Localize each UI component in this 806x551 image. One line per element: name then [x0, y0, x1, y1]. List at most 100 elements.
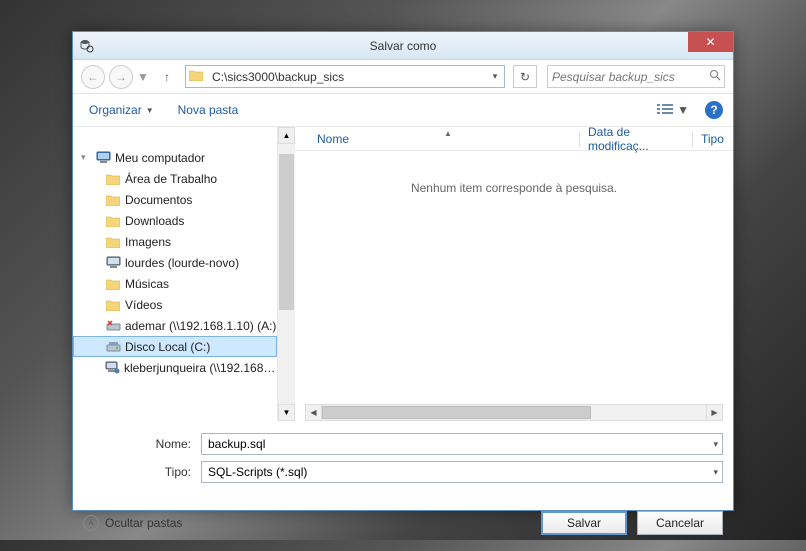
- scroll-up-button[interactable]: ▲: [278, 127, 295, 144]
- filetype-field[interactable]: SQL-Scripts (*.sql) ▾: [201, 461, 723, 483]
- netcomp-icon: [105, 360, 120, 376]
- column-type[interactable]: Tipo: [693, 132, 733, 146]
- titlebar: Salvar como ✕: [73, 32, 733, 60]
- tree-item-label: Disco Local (C:): [125, 340, 210, 354]
- tree-root-computer[interactable]: ▾ Meu computador: [73, 147, 277, 168]
- column-name[interactable]: Nome ▲: [309, 132, 579, 146]
- view-options-button[interactable]: ▼: [653, 101, 693, 120]
- tree-scrollbar[interactable]: ▲ ▼: [278, 127, 295, 421]
- chevron-down-icon: ▼: [146, 106, 154, 115]
- search-icon: [709, 69, 721, 84]
- tree-item-label: ademar (\\192.168.1.10) (A:): [125, 319, 276, 333]
- scroll-track[interactable]: [278, 144, 295, 404]
- address-bar[interactable]: C:\sics3000\backup_sics ▾: [185, 65, 505, 88]
- address-dropdown-button[interactable]: ▾: [486, 71, 504, 82]
- save-as-dialog: Salvar como ✕ ← → ▼ ↑ C:\sics3000\backup…: [72, 31, 734, 511]
- tree-item-label: Área de Trabalho: [125, 172, 217, 186]
- file-list-area: Nome ▲ Data de modificaç... Tipo Nenhum …: [295, 127, 733, 421]
- filename-field[interactable]: ▾: [201, 433, 723, 455]
- address-text: C:\sics3000\backup_sics: [210, 70, 486, 84]
- arrow-right-icon: →: [115, 70, 127, 84]
- toolbar: Organizar ▼ Nova pasta ▼ ?: [73, 94, 733, 127]
- chevron-down-icon[interactable]: ▾: [713, 467, 718, 478]
- scroll-track[interactable]: [322, 404, 706, 421]
- scroll-down-button[interactable]: ▼: [278, 404, 295, 421]
- sort-asc-icon: ▲: [444, 129, 452, 138]
- new-folder-label: Nova pasta: [178, 103, 239, 117]
- search-input[interactable]: [552, 70, 709, 84]
- close-button[interactable]: ✕: [688, 32, 733, 52]
- expand-icon[interactable]: ▾: [81, 152, 91, 163]
- hide-folders-button[interactable]: ˄ Ocultar pastas: [83, 515, 182, 531]
- column-name-label: Nome: [317, 132, 349, 146]
- navigation-bar: ← → ▼ ↑ C:\sics3000\backup_sics ▾ ↻: [73, 60, 733, 94]
- folder-icon: [105, 213, 121, 229]
- forward-button[interactable]: →: [109, 65, 133, 89]
- empty-list-message: Nenhum item corresponde à pesquisa.: [295, 151, 733, 195]
- chevron-down-icon: ▼: [677, 103, 689, 117]
- column-modified-label: Data de modificaç...: [588, 125, 684, 153]
- up-button[interactable]: ↑: [157, 67, 177, 87]
- cancel-button[interactable]: Cancelar: [637, 511, 723, 535]
- tree-item[interactable]: ademar (\\192.168.1.10) (A:): [73, 315, 277, 336]
- tree-item[interactable]: Vídeos: [73, 294, 277, 315]
- folder-tree[interactable]: ▾ Meu computador Área de Trabalho Documen…: [73, 127, 278, 421]
- help-icon: ?: [710, 103, 717, 117]
- tree-item-label: Imagens: [125, 235, 171, 249]
- tree-item[interactable]: Músicas: [73, 273, 277, 294]
- filename-input[interactable]: [208, 437, 716, 451]
- folder-icon: [105, 171, 121, 187]
- column-headers: Nome ▲ Data de modificaç... Tipo: [295, 127, 733, 151]
- back-button[interactable]: ←: [81, 65, 105, 89]
- tree-item[interactable]: Documentos: [73, 189, 277, 210]
- folder-icon: [105, 297, 121, 313]
- chevron-up-icon: ˄: [83, 515, 99, 531]
- tree-item-label: Vídeos: [125, 298, 162, 312]
- column-type-label: Tipo: [701, 132, 724, 146]
- list-h-scrollbar[interactable]: ◀ ▶: [305, 404, 723, 421]
- tree-item[interactable]: kleberjunqueira (\\192.168.1...: [73, 357, 277, 378]
- filetype-row: Tipo: SQL-Scripts (*.sql) ▾: [83, 461, 723, 483]
- tree-item[interactable]: Downloads: [73, 210, 277, 231]
- help-button[interactable]: ?: [705, 101, 723, 119]
- refresh-button[interactable]: ↻: [513, 65, 537, 88]
- hide-folders-label: Ocultar pastas: [105, 516, 182, 530]
- app-icon: [79, 38, 95, 54]
- scroll-right-button[interactable]: ▶: [706, 404, 723, 421]
- form-area: Nome: ▾ Tipo: SQL-Scripts (*.sql) ▾: [73, 421, 733, 495]
- dialog-title: Salvar como: [73, 39, 733, 53]
- scroll-thumb[interactable]: [279, 154, 294, 310]
- chevron-down-icon: ▼: [137, 70, 149, 84]
- scroll-left-button[interactable]: ◀: [305, 404, 322, 421]
- tree-item-label: Documentos: [125, 193, 192, 207]
- refresh-icon: ↻: [520, 70, 530, 84]
- computer-icon: [105, 255, 121, 271]
- dialog-footer: ˄ Ocultar pastas Salvar Cancelar: [73, 495, 733, 551]
- folder-icon: [105, 192, 121, 208]
- tree-item[interactable]: Disco Local (C:): [73, 336, 277, 357]
- recent-locations-button[interactable]: ▼: [137, 70, 149, 84]
- tree-item-label: Downloads: [125, 214, 184, 228]
- tree-item-label: kleberjunqueira (\\192.168.1...: [124, 361, 277, 375]
- tree-item[interactable]: Imagens: [73, 231, 277, 252]
- new-folder-button[interactable]: Nova pasta: [172, 99, 245, 121]
- tree-item-label: Músicas: [125, 277, 169, 291]
- organize-label: Organizar: [89, 103, 142, 117]
- tree-item[interactable]: lourdes (lourde-novo): [73, 252, 277, 273]
- organize-button[interactable]: Organizar ▼: [83, 99, 160, 121]
- chevron-down-icon[interactable]: ▾: [713, 439, 718, 450]
- folder-icon: [105, 276, 121, 292]
- folder-icon: [105, 234, 121, 250]
- view-icon: [657, 103, 673, 118]
- save-button[interactable]: Salvar: [541, 511, 627, 535]
- filename-row: Nome: ▾: [83, 433, 723, 455]
- column-modified[interactable]: Data de modificaç...: [580, 125, 692, 153]
- tree-root-label: Meu computador: [115, 151, 205, 165]
- computer-icon: [95, 150, 111, 166]
- scroll-thumb[interactable]: [322, 406, 591, 419]
- content-area: ▾ Meu computador Área de Trabalho Documen…: [73, 127, 733, 421]
- arrow-left-icon: ←: [87, 70, 99, 84]
- arrow-up-icon: ↑: [164, 70, 170, 84]
- search-box[interactable]: [547, 65, 725, 88]
- tree-item[interactable]: Área de Trabalho: [73, 168, 277, 189]
